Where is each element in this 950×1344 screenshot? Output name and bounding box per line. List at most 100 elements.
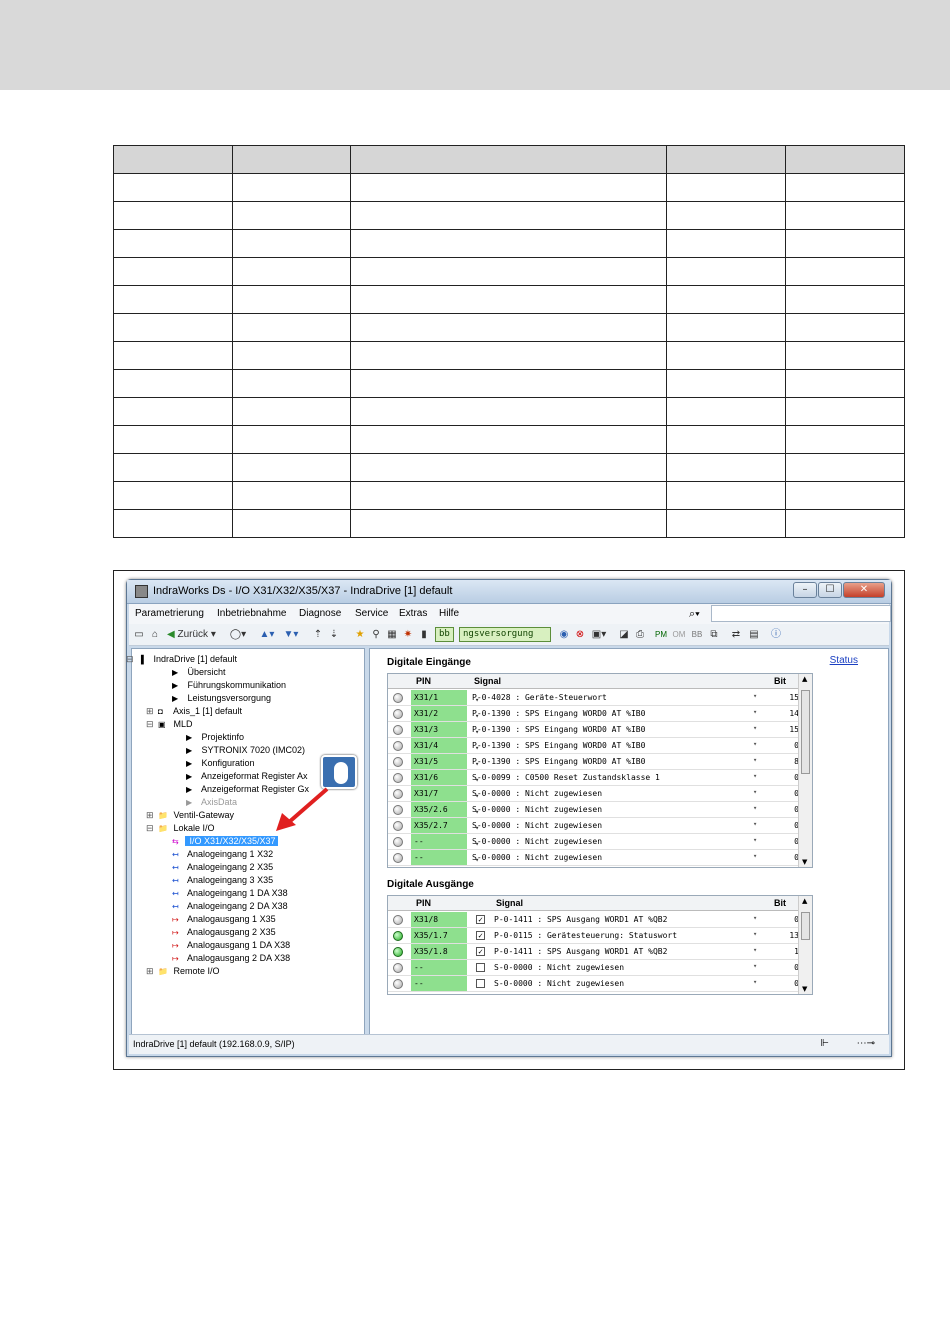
upload-icon[interactable]: ⇡ [311,627,325,642]
signal-column-header[interactable]: Signal [496,898,523,908]
tree-item[interactable]: ⊟ 📁 Lokale I/O [146,822,215,835]
tree-item[interactable]: ▶ Leistungsversorgung [172,692,271,705]
chevron-down-icon[interactable]: ▾ [753,804,757,812]
tree-item[interactable]: ⊞ ◘ Axis_1 [1] default [146,705,242,718]
back-button[interactable]: ◀ Zurück ▾ [167,627,225,642]
signal-column-header[interactable]: Signal [474,676,501,686]
expand-icon[interactable]: ⊞ [146,809,154,822]
invert-checkbox[interactable]: ✓ [476,915,485,924]
search-input[interactable] [711,605,891,622]
monitor-icon[interactable]: ▤ [747,627,761,642]
status-link[interactable]: Status [830,655,858,666]
chevron-down-icon[interactable]: ▾ [753,740,757,748]
tree-item[interactable]: ▶ Konfiguration [186,757,255,770]
chevron-down-icon[interactable]: ▾ [753,708,757,716]
signal-select[interactable]: S-0-0000 : Nicht zugewiesen [494,960,624,975]
bit-select[interactable]: 8 [771,754,799,769]
scrollbar-thumb[interactable] [801,690,810,774]
tree-item[interactable]: ↤ Analogeingang 1 X32 [172,848,273,861]
table-row[interactable]: X31/5 ▾ P-0-1390 : SPS Eingang WORD0 AT %I… [388,754,805,770]
collapse-icon[interactable]: ⊟ [126,653,134,666]
chevron-down-icon[interactable]: ▾ [753,962,757,970]
bit-select[interactable]: 0 [771,834,799,849]
tree-item[interactable]: ▶ Übersicht [172,666,226,679]
signal-select[interactable]: P-0-0115 : Gerätesteuerung: Statuswort [494,928,677,943]
tree-item[interactable]: ↦ Analogausgang 1 X35 [172,913,276,926]
table-row[interactable]: X31/2 ▾ P-0-1390 : SPS Eingang WORD0 AT %I… [388,706,805,722]
bit-select[interactable]: 13 [771,928,799,943]
expand-icon[interactable]: ⊞ [146,965,154,978]
chevron-down-icon[interactable]: ▾ [753,692,757,700]
menu-hilfe[interactable]: Hilfe [439,608,459,619]
tree-item[interactable]: ↦ Analogausgang 2 DA X38 [172,952,290,965]
bit-select[interactable]: 0 [771,912,799,927]
chart-icon[interactable]: ▮ [417,627,431,642]
collapse-icon[interactable]: ⊟ [146,718,154,731]
expand-icon[interactable]: ⊞ [146,705,154,718]
table-row[interactable]: X35/2.7▾S-0-0000 : Nicht zugewiesen▾0▾ [388,818,805,834]
device-icon[interactable]: ▣▾ [589,627,609,642]
table-row[interactable]: X31/8▾✓ P-0-1411 : SPS Ausgang WORD1 AT %… [388,912,805,928]
scroll-up-icon[interactable]: ▲ [802,675,807,683]
menu-inbetriebnahme[interactable]: Inbetriebnahme [217,608,287,619]
table-row[interactable]: X35/1.8▾✓ P-0-1411 : SPS Ausgang WORD1 AT… [388,944,805,960]
collapse-icon[interactable]: ⊟ [146,822,154,835]
bit-select[interactable]: 15 [771,722,799,737]
signal-select[interactable]: S-0-0000 : Nicht zugewiesen [472,786,602,801]
stop-icon[interactable]: ⊗ [573,627,587,642]
pin-select[interactable]: --▾ [411,976,479,991]
table-row[interactable]: --▾S-0-0000 : Nicht zugewiesen▾0▾ [388,834,805,850]
outputs-scrollbar[interactable]: ▲ ▼ [798,896,812,994]
scroll-down-icon[interactable]: ▼ [802,985,807,993]
tree-item[interactable]: ▶ Führungskommunikation [172,679,286,692]
tree-item[interactable]: ↤ Analogeingang 1 DA X38 [172,887,288,900]
pin-select[interactable]: X31/3 ▾ [411,722,479,737]
bit-select[interactable]: 0 [771,770,799,785]
menu-service[interactable]: Service [355,608,388,619]
bit-select[interactable]: 0 [771,738,799,753]
pin-select[interactable]: X35/2.6 ▾ [411,802,479,817]
invert-checkbox[interactable] [476,979,485,988]
signal-select[interactable]: P-0-1390 : SPS Eingang WORD0 AT %IB0 [472,754,645,769]
chevron-down-icon[interactable]: ▾ [753,820,757,828]
chevron-down-icon[interactable]: ▾ [753,978,757,986]
scrollbar-thumb[interactable] [801,912,810,940]
title-bar[interactable]: IndraWorks Ds - I/O X31/X32/X35/X37 - In… [127,580,891,604]
signal-select[interactable]: S-0-0000 : Nicht zugewiesen [494,976,624,991]
pin-select[interactable]: X31/7 ▾ [411,786,479,801]
search-tool-icon[interactable]: ⚲ [369,627,383,642]
tree-item[interactable]: ▶ AxisData [186,796,237,809]
table-row[interactable]: --▾S-0-0000 : Nicht zugewiesen▾0▾ [388,960,805,976]
tree-item[interactable]: ↤ Analogeingang 3 X35 [172,874,273,887]
table-row[interactable]: X31/3 ▾ P-0-1390 : SPS Eingang WORD0 AT %I… [388,722,805,738]
maximize-button[interactable]: ☐ [818,582,842,598]
pm-icon[interactable]: PM [653,627,669,642]
window-icon[interactable]: ▭ [133,627,145,642]
pin-select[interactable]: --▾ [411,960,479,975]
globe-icon[interactable]: ◉ [557,627,571,642]
chevron-down-icon[interactable]: ▾ [753,724,757,732]
minimize-button[interactable]: – [793,582,817,598]
pin-select[interactable]: --▾ [411,850,479,865]
signal-select[interactable]: S-0-0000 : Nicht zugewiesen [472,850,602,865]
bit-select[interactable]: 0 [771,802,799,817]
table-row[interactable]: X31/4 ▾ P-0-1390 : SPS Eingang WORD0 AT %I… [388,738,805,754]
table-row[interactable]: X35/1.7▾✓ P-0-0115 : Gerätesteuerung: Sta… [388,928,805,944]
table-row[interactable]: X35/2.6▾S-0-0000 : Nicht zugewiesen▾0▾ [388,802,805,818]
br-icon[interactable]: BB [689,627,705,642]
chevron-down-icon[interactable]: ▾ [753,914,757,922]
scope-icon[interactable]: ◪ [617,627,631,642]
menu-parametrierung[interactable]: Parametrierung [135,608,204,619]
pin-select[interactable]: X31/4 ▾ [411,738,479,753]
nav-up-icon[interactable]: ▲▾ [257,627,277,642]
close-button[interactable]: ✕ [843,582,885,598]
tree-item[interactable]: ⊞ 📁 Ventil-Gateway [146,809,234,822]
om-icon[interactable]: OM [671,627,687,642]
bit-select[interactable]: 0 [771,850,799,865]
pin-select[interactable]: X31/1 ▾ [411,690,479,705]
signal-select[interactable]: P-0-1411 : SPS Ausgang WORD1 AT %QB2 [494,944,667,959]
signal-select[interactable]: S-0-0000 : Nicht zugewiesen [472,802,602,817]
menu-diagnose[interactable]: Diagnose [299,608,341,619]
signal-select[interactable]: P-0-1390 : SPS Eingang WORD0 AT %IB0 [472,722,645,737]
bit-select[interactable]: 1 [771,944,799,959]
